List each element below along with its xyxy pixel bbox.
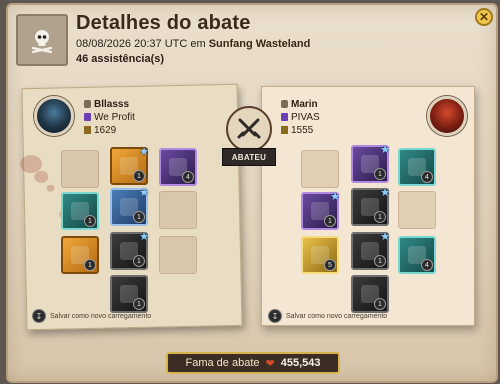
killer-slot-shoes[interactable]: ★ 1 xyxy=(110,231,149,270)
victim-slot-mainhand[interactable]: ★ 1 xyxy=(301,191,340,230)
victim-avatar[interactable] xyxy=(427,96,467,136)
victim-slot-offhand[interactable] xyxy=(398,191,436,229)
victim-slot-potion[interactable]: 5 xyxy=(301,236,339,274)
item-power-icon xyxy=(84,126,91,134)
kill-date-location: 08/08/2026 20:37 UTC em Sunfang Wastelan… xyxy=(76,38,310,50)
player-icon xyxy=(281,100,288,108)
victim-slot-armor[interactable]: ★ 1 xyxy=(351,187,390,226)
killer-guild: We Profit xyxy=(84,112,135,123)
killed-label: ABATEU xyxy=(222,148,276,166)
victim-slot-cape[interactable]: 4 xyxy=(398,148,436,186)
killer-slot-armor[interactable]: ★ 1 xyxy=(110,187,149,226)
killer-item-power: 1629 xyxy=(84,125,116,136)
victim-slot-head[interactable]: ★ 1 xyxy=(351,144,390,183)
kill-details-screen: Detalhes do abate 08/08/2026 20:37 UTC e… xyxy=(0,0,500,384)
guild-icon xyxy=(281,113,288,121)
killer-save-loadout[interactable]: ↧ Salvar como novo carregamento xyxy=(32,309,151,323)
player-icon xyxy=(84,100,91,108)
killer-slot-mount[interactable]: 1 xyxy=(110,275,148,313)
crossed-swords-icon xyxy=(226,106,272,152)
victim-slot-bag[interactable] xyxy=(301,150,339,188)
close-button[interactable]: ✕ xyxy=(475,8,493,26)
victim-save-loadout[interactable]: ↧ Salvar como novo carregamento xyxy=(268,309,387,323)
killer-slot-cape[interactable]: 4 xyxy=(159,148,197,186)
kill-fame-label: Fama de abate xyxy=(185,357,260,369)
victim-slot-food[interactable]: 4 xyxy=(398,236,436,274)
kill-date-time: 08/08/2026 20:37 UTC em xyxy=(76,38,209,50)
killer-slot-food[interactable] xyxy=(159,236,197,274)
skull-crossbones-icon xyxy=(16,14,68,66)
save-loadout-icon: ↧ xyxy=(32,309,46,323)
assist-count: 46 assistência(s) xyxy=(76,53,165,65)
killer-slot-head[interactable]: ★ 1 xyxy=(110,146,149,185)
victim-name: Marin xyxy=(281,99,318,110)
kill-location: Sunfang Wasteland xyxy=(208,38,311,50)
killer-slot-mainhand[interactable]: 1 xyxy=(61,192,99,230)
killer-avatar[interactable] xyxy=(34,96,74,136)
victim-slot-shoes[interactable]: ★ 1 xyxy=(351,231,390,270)
killer-slot-potion[interactable]: 1 xyxy=(61,236,99,274)
guild-icon xyxy=(84,113,91,121)
page-title: Detalhes do abate xyxy=(76,12,251,34)
killer-save-label: Salvar como novo carregamento xyxy=(50,312,152,320)
victim-slot-mount[interactable]: 1 xyxy=(351,275,389,313)
killer-slot-bag[interactable] xyxy=(61,150,99,188)
killer-name: Bllasss xyxy=(84,99,129,110)
victim-item-power: 1555 xyxy=(281,125,313,136)
kill-fame-value: 455,543 xyxy=(280,357,321,369)
kill-fame-bar: Fama de abate ❤ 455,543 xyxy=(166,352,340,374)
close-icon: ✕ xyxy=(478,10,490,24)
item-power-icon xyxy=(281,126,288,134)
killer-slot-offhand[interactable] xyxy=(159,191,197,229)
victim-guild: PIVAS xyxy=(281,112,320,123)
fame-icon: ❤ xyxy=(265,357,275,370)
victim-save-label: Salvar como novo carregamento xyxy=(286,312,388,320)
save-loadout-icon: ↧ xyxy=(268,309,282,323)
